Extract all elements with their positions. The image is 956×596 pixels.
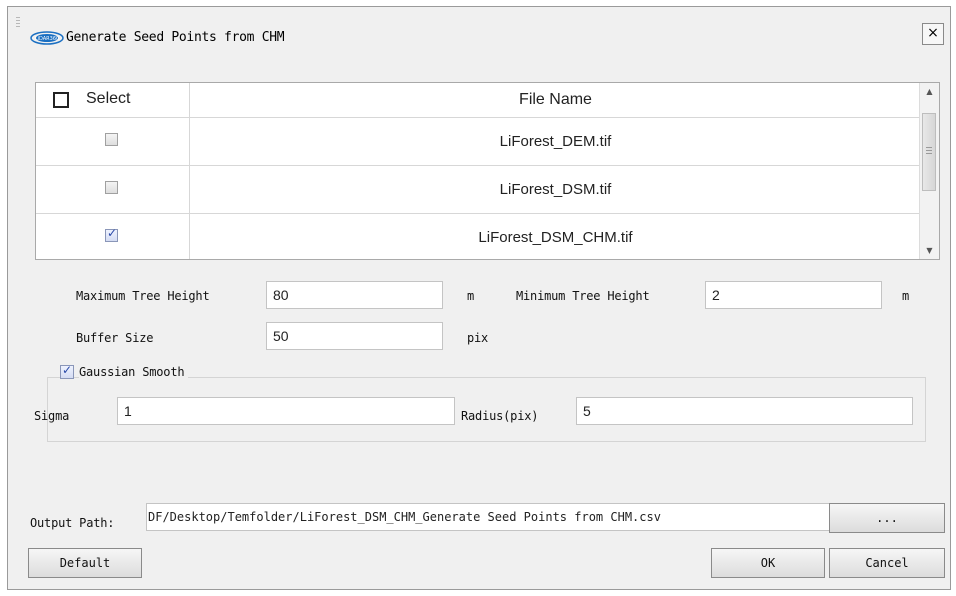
min-tree-height-input[interactable]: 2 [705, 281, 882, 309]
file-name-cell[interactable]: LiForest_DEM.tif [190, 118, 921, 165]
file-name-cell[interactable]: LiForest_DSM.tif [190, 166, 921, 213]
select-header-label: Select [86, 90, 131, 107]
ok-button[interactable]: OK [711, 548, 825, 578]
row-checkbox[interactable] [105, 181, 118, 194]
select-cell: ✓ [36, 214, 190, 259]
thumb-grip-icon [926, 147, 932, 154]
lidar360-logo-icon: LiDAR360 [30, 31, 64, 45]
output-path-input[interactable]: DF/Desktop/Temfolder/LiForest_DSM_CHM_Ge… [146, 503, 831, 531]
generate-seed-points-dialog: LiDAR360 Generate Seed Points from CHM ×… [7, 6, 951, 590]
vertical-scrollbar[interactable]: ▲ ▼ [919, 83, 939, 259]
select-cell [36, 166, 190, 213]
dialog-title: Generate Seed Points from CHM [66, 30, 285, 45]
sigma-label: Sigma [34, 409, 70, 423]
sigma-input[interactable]: 1 [117, 397, 455, 425]
max-tree-height-unit: m [467, 289, 475, 303]
cancel-button[interactable]: Cancel [829, 548, 945, 578]
browse-button[interactable]: ... [829, 503, 945, 533]
table-row[interactable]: ✓ LiForest_DSM_CHM.tif [36, 214, 921, 259]
title-bar[interactable]: LiDAR360 Generate Seed Points from CHM × [8, 7, 950, 63]
row-checkbox[interactable]: ✓ [105, 226, 118, 242]
min-tree-height-label: Minimum Tree Height [516, 289, 650, 303]
table-header: Select File Name [36, 83, 921, 118]
scroll-down-arrow-icon[interactable]: ▼ [920, 242, 939, 259]
select-column-header: Select [36, 83, 190, 117]
select-cell [36, 118, 190, 165]
scroll-up-arrow-icon[interactable]: ▲ [920, 83, 939, 100]
file-name-cell[interactable]: LiForest_DSM_CHM.tif [190, 214, 921, 259]
close-button[interactable]: × [922, 23, 944, 45]
file-name-column-header[interactable]: File Name [190, 83, 921, 117]
row-checkbox[interactable] [105, 133, 118, 146]
radius-label: Radius(pix) [461, 409, 539, 423]
buffer-size-input[interactable]: 50 [266, 322, 443, 350]
min-tree-height-unit: m [902, 289, 910, 303]
output-path-label: Output Path: [30, 516, 115, 530]
max-tree-height-input[interactable]: 80 [266, 281, 443, 309]
radius-input[interactable]: 5 [576, 397, 913, 425]
check-mark-icon: ✓ [62, 363, 73, 377]
table-row[interactable]: LiForest_DEM.tif [36, 118, 921, 166]
scrollbar-thumb[interactable] [922, 113, 936, 191]
file-table: Select File Name LiForest_DEM.tif LiFore… [35, 82, 940, 260]
buffer-size-label: Buffer Size [76, 331, 154, 345]
buffer-size-unit: pix [467, 331, 489, 345]
gaussian-smooth-checkbox[interactable]: ✓ [60, 363, 74, 379]
max-tree-height-label: Maximum Tree Height [76, 289, 210, 303]
check-mark-icon: ✓ [107, 226, 118, 240]
gaussian-smooth-label[interactable]: Gaussian Smooth [79, 365, 189, 379]
default-button[interactable]: Default [28, 548, 142, 578]
logo-text: LiDAR360 [35, 36, 59, 42]
drag-grip-icon[interactable] [16, 17, 20, 27]
select-all-checkbox[interactable] [53, 92, 69, 108]
table-row[interactable]: LiForest_DSM.tif [36, 166, 921, 214]
